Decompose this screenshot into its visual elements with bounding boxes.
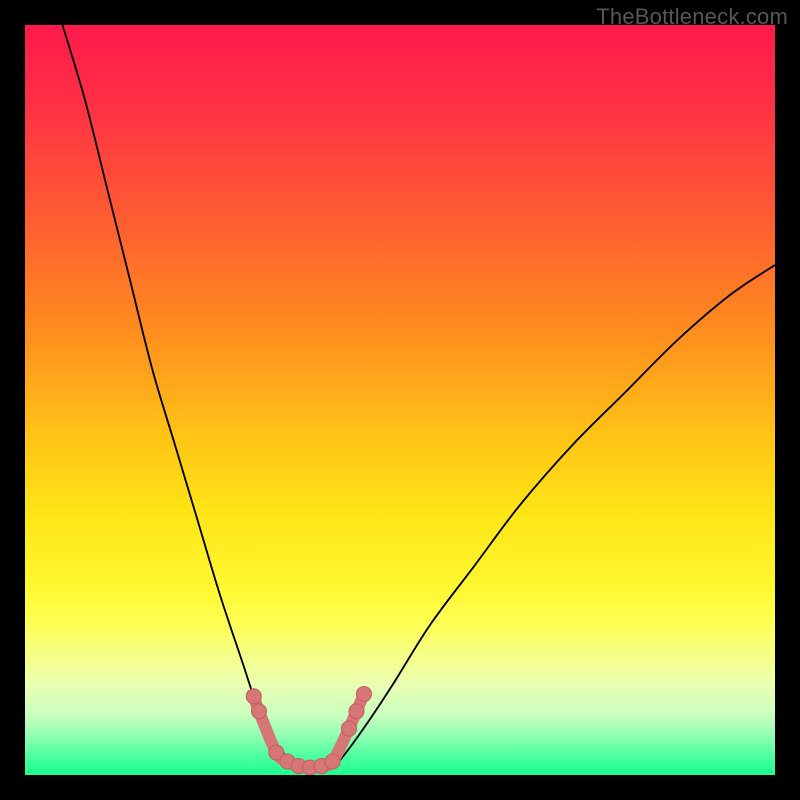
right-curve xyxy=(325,265,775,771)
marker-dot xyxy=(252,704,267,719)
marker-dot xyxy=(246,689,261,704)
marker-dot xyxy=(349,704,364,719)
chart-curves xyxy=(25,25,775,775)
left-curve xyxy=(63,25,303,771)
chart-plot-area xyxy=(25,25,775,775)
bottom-markers xyxy=(246,687,371,776)
marker-dot xyxy=(325,754,340,769)
marker-dot xyxy=(342,721,357,736)
marker-dot xyxy=(357,687,372,702)
